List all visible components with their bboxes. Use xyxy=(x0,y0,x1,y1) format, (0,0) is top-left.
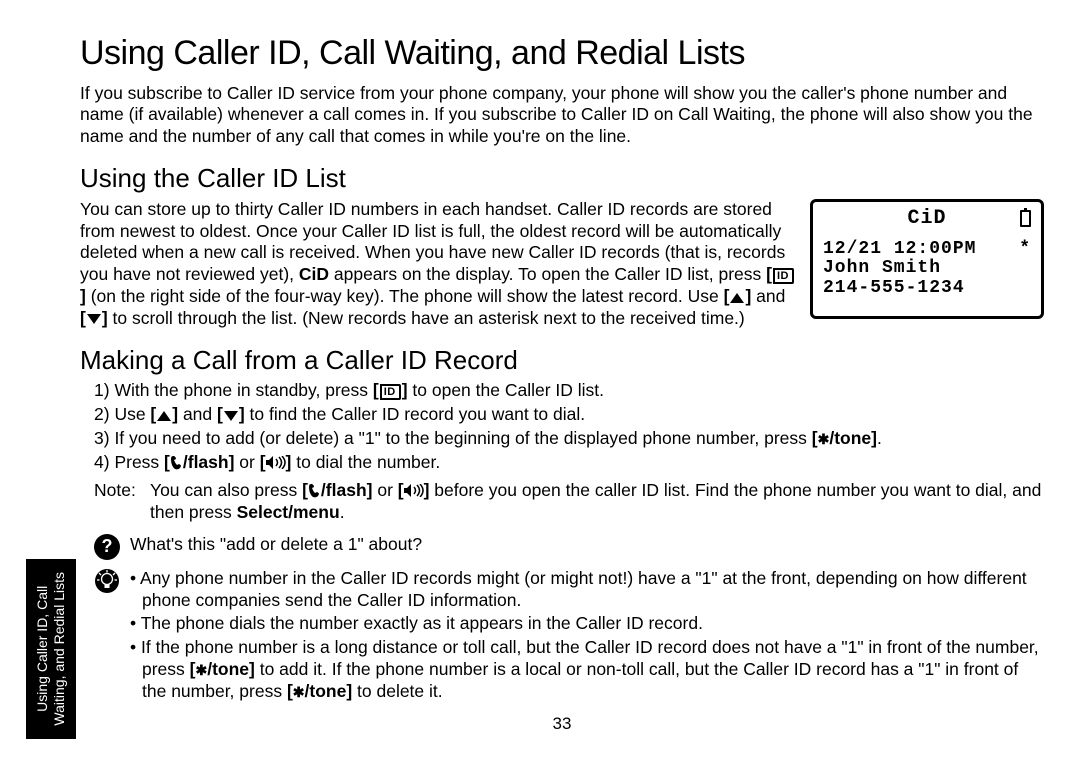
star-icon xyxy=(195,659,207,679)
talk-key-icon xyxy=(308,483,321,498)
step-2: 2) Use [] and [] to find the Caller ID r… xyxy=(94,404,1044,426)
lcd-caller-number: 214-555-1234 xyxy=(823,279,965,299)
steps-list: 1) With the phone in standby, press [ID]… xyxy=(80,380,1044,474)
tip-bullets: Any phone number in the Caller ID record… xyxy=(130,568,1044,705)
lcd-title: CiD xyxy=(834,208,1020,230)
step-3: 3) If you need to add (or delete) a "1" … xyxy=(94,428,1044,450)
down-arrow-icon xyxy=(224,411,238,421)
lcd-date: 12/21 xyxy=(823,239,882,259)
page-number: 33 xyxy=(80,713,1044,734)
section-heading-making-call: Making a Call from a Caller ID Record xyxy=(80,344,1044,377)
lcd-caller-name: John Smith xyxy=(823,259,941,279)
question-icon: ? xyxy=(94,534,120,560)
lcd-screen-illustration: CiD 12/21 12:00PM * John Smith 214-555-1… xyxy=(810,199,1044,319)
section-tab-label: Using Caller ID, Call Waiting, and Redia… xyxy=(34,572,68,726)
note-block: Note: You can also press [/flash] or [] … xyxy=(80,480,1044,524)
tip-bullet-2: The phone dials the number exactly as it… xyxy=(130,613,1044,635)
speaker-key-icon xyxy=(266,456,286,469)
step-4: 4) Press [/flash] or [] to dial the numb… xyxy=(94,452,1044,474)
section-tab: Using Caller ID, Call Waiting, and Redia… xyxy=(26,559,76,739)
tip-bullet-1: Any phone number in the Caller ID record… xyxy=(130,568,1044,612)
note-label: Note: xyxy=(94,480,150,524)
id-key-icon: ID xyxy=(380,384,401,400)
speaker-key-icon xyxy=(404,484,424,497)
lightbulb-icon xyxy=(94,568,120,705)
id-key-icon: ID xyxy=(773,268,794,284)
star-icon xyxy=(818,428,830,448)
lcd-time: 12:00PM xyxy=(894,239,977,259)
step-1: 1) With the phone in standby, press [ID]… xyxy=(94,380,1044,402)
down-arrow-icon xyxy=(87,314,101,324)
talk-key-icon xyxy=(170,455,183,470)
section-heading-caller-id-list: Using the Caller ID List xyxy=(80,162,1044,195)
up-arrow-icon xyxy=(730,293,744,303)
intro-paragraph: If you subscribe to Caller ID service fr… xyxy=(80,83,1044,149)
info-question: What's this "add or delete a 1" about? xyxy=(130,534,422,560)
cid-display-glyph: CiD xyxy=(299,264,329,284)
up-arrow-icon xyxy=(157,411,171,421)
tip-bullet-3: If the phone number is a long distance o… xyxy=(130,637,1044,703)
section1-body: You can store up to thirty Caller ID num… xyxy=(80,199,796,330)
battery-icon xyxy=(1020,210,1031,227)
lcd-asterisk: * xyxy=(1019,240,1031,260)
select-menu-key: Select/menu xyxy=(237,502,340,522)
star-icon xyxy=(293,681,305,701)
page-title: Using Caller ID, Call Waiting, and Redia… xyxy=(80,32,1044,75)
